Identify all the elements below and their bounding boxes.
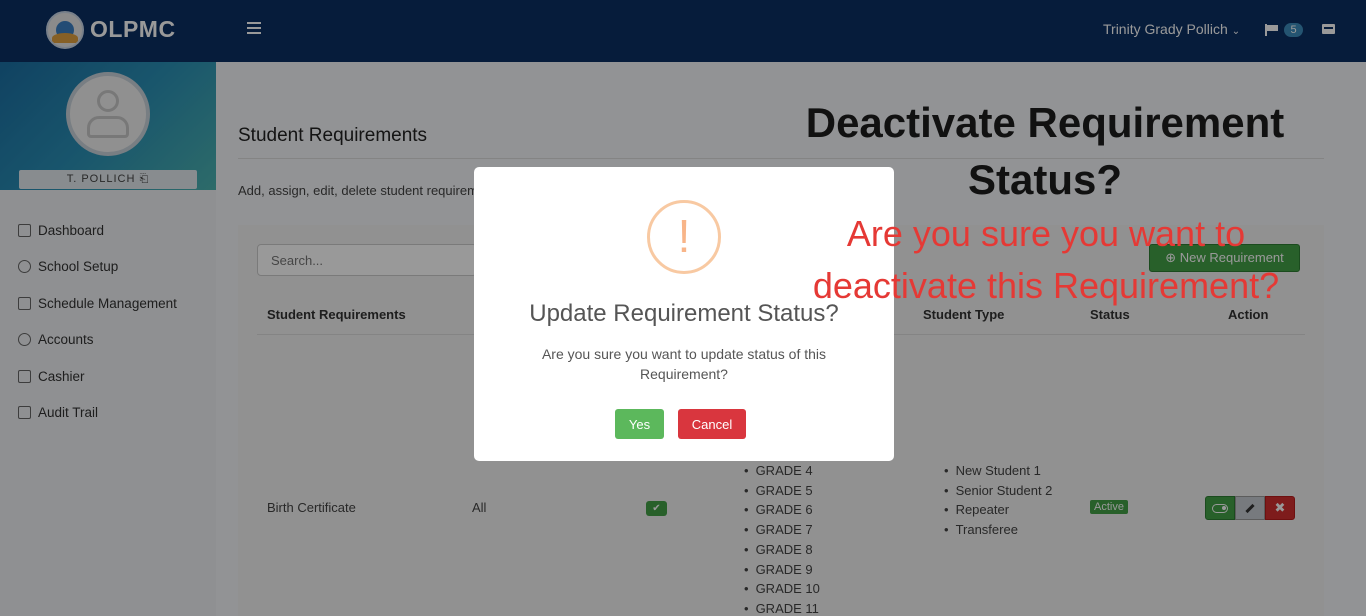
- annotation-title: Deactivate Requirement Status?: [805, 99, 1285, 203]
- warning-icon: !: [647, 200, 721, 274]
- yes-button[interactable]: Yes: [615, 409, 664, 439]
- dialog-message: Are you sure you want to update status o…: [541, 346, 827, 382]
- cancel-button[interactable]: Cancel: [678, 409, 746, 439]
- annotation-question: Are you sure you want to deactivate this…: [812, 213, 1280, 306]
